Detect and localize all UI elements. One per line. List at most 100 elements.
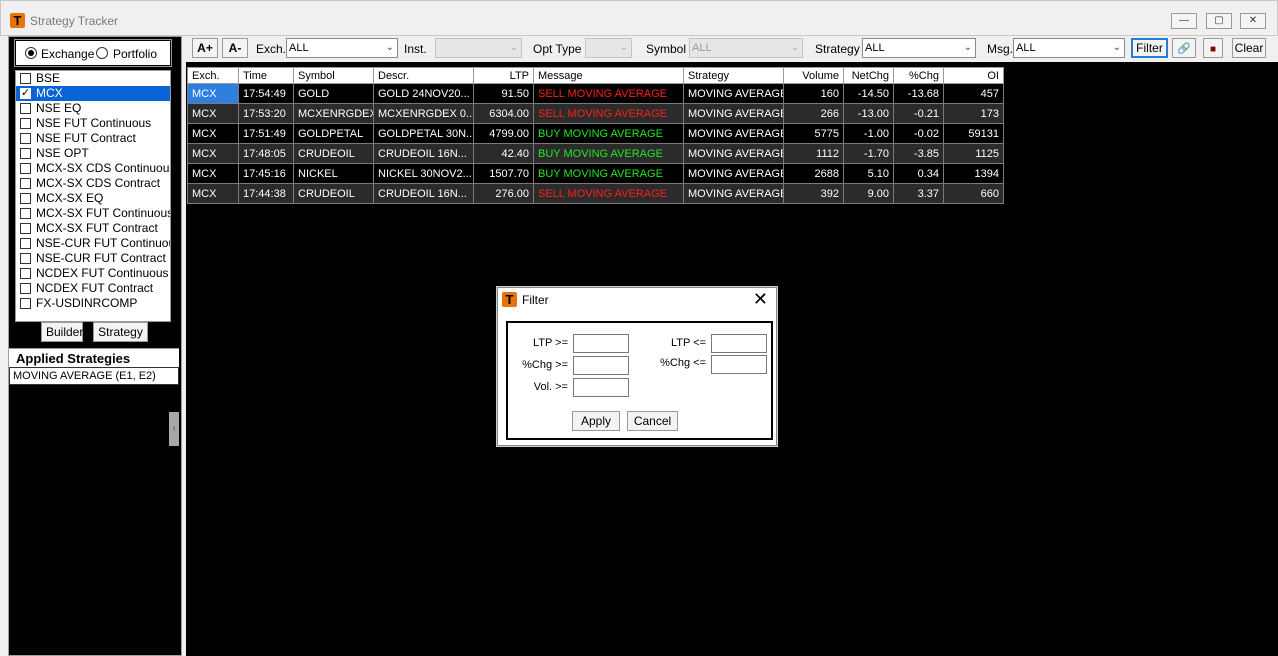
cell-pchg: -13.68 xyxy=(893,83,944,104)
link-button[interactable]: 🔗 xyxy=(1172,38,1196,58)
exchange-item[interactable]: NSE EQ xyxy=(16,101,170,116)
ltp-max-input[interactable] xyxy=(711,334,767,353)
exchange-checkbox[interactable] xyxy=(20,148,31,159)
table-row[interactable]: MCX 17:53:20 MCXENRGDEX MCXENRGDEX 0... 6304… xyxy=(187,103,1004,124)
column-header[interactable]: NetChg xyxy=(843,67,894,84)
exchange-checkbox[interactable] xyxy=(20,208,31,219)
cell-netchg: -13.00 xyxy=(843,103,894,124)
exchange-checkbox[interactable] xyxy=(20,103,31,114)
close-button[interactable]: ✕ xyxy=(1240,13,1266,29)
table-row[interactable]: MCX 17:51:49 GOLDPETAL GOLDPETAL 30N... 4799… xyxy=(187,123,1004,144)
column-header[interactable]: %Chg xyxy=(893,67,944,84)
exch-dropdown[interactable]: ALL ⌄ xyxy=(286,38,398,58)
cell-symbol: CRUDEOIL xyxy=(293,183,374,204)
collapse-panel-handle[interactable]: ‹ xyxy=(169,412,179,446)
exchange-item[interactable]: MCX-SX CDS Continuous xyxy=(16,161,170,176)
exchange-item[interactable]: MCX-SX FUT Continuous xyxy=(16,206,170,221)
font-increase-button[interactable]: A+ xyxy=(192,38,218,58)
exchange-item[interactable]: MCX-SX CDS Contract xyxy=(16,176,170,191)
exchange-item[interactable]: NSE FUT Contract xyxy=(16,131,170,146)
exchange-checkbox[interactable]: ✓ xyxy=(20,87,31,99)
exchange-checkbox[interactable] xyxy=(20,268,31,279)
column-header[interactable]: Volume xyxy=(783,67,844,84)
dialog-body: LTP >= LTP <= %Chg >= %Chg <= Vol. >= Ap… xyxy=(506,321,773,440)
exchange-checkbox[interactable] xyxy=(20,133,31,144)
exchange-item[interactable]: NCDEX FUT Continuous xyxy=(16,266,170,281)
exchange-checkbox[interactable] xyxy=(20,238,31,249)
column-header[interactable]: Descr. xyxy=(373,67,474,84)
cell-symbol: MCXENRGDEX xyxy=(293,103,374,124)
builder-button[interactable]: Builder xyxy=(41,322,83,342)
cell-message: BUY MOVING AVERAGE xyxy=(533,143,684,164)
maximize-button[interactable]: ▢ xyxy=(1206,13,1232,29)
portfolio-radio[interactable] xyxy=(96,47,108,59)
stop-button[interactable]: ■ xyxy=(1203,38,1223,58)
inst-dropdown[interactable]: ⌄ xyxy=(435,38,522,58)
exchange-item[interactable]: NSE FUT Continuous xyxy=(16,116,170,131)
filter-button[interactable]: Filter xyxy=(1131,38,1168,58)
exchange-item[interactable]: FX-USDINRCOMP xyxy=(16,296,170,311)
cell-pchg: -3.85 xyxy=(893,143,944,164)
msg-dropdown[interactable]: ALL ⌄ xyxy=(1013,38,1125,58)
exchange-item[interactable]: MCX-SX EQ xyxy=(16,191,170,206)
exchange-checkbox[interactable] xyxy=(20,283,31,294)
exchange-item[interactable]: NSE OPT xyxy=(16,146,170,161)
title-bar: T Strategy Tracker — ▢ ✕ xyxy=(0,0,1278,36)
exch-value: ALL xyxy=(289,42,309,54)
cell-pchg: 3.37 xyxy=(893,183,944,204)
opt-type-dropdown[interactable]: ⌄ xyxy=(585,38,632,58)
table-row[interactable]: MCX 17:48:05 CRUDEOIL CRUDEOIL 16N... 42.40 B… xyxy=(187,143,1004,164)
exchange-checkbox[interactable] xyxy=(20,178,31,189)
apply-button[interactable]: Apply xyxy=(572,411,620,431)
minimize-button[interactable]: — xyxy=(1171,13,1197,29)
exchange-checkbox[interactable] xyxy=(20,223,31,234)
dialog-form: LTP >= LTP <= %Chg >= %Chg <= Vol. >= Ap… xyxy=(508,323,771,438)
column-header[interactable]: Exch. xyxy=(187,67,239,84)
exchange-checkbox[interactable] xyxy=(20,298,31,309)
table-row[interactable]: MCX 17:45:16 NICKEL NICKEL 30NOV2... 1507.70… xyxy=(187,163,1004,184)
table-row[interactable]: MCX 17:54:49 GOLD GOLD 24NOV20... 91.50 SELL … xyxy=(187,83,1004,104)
cell-message: BUY MOVING AVERAGE xyxy=(533,163,684,184)
cell-descr: MCXENRGDEX 0... xyxy=(373,103,474,124)
inst-label: Inst. xyxy=(404,42,427,56)
symbol-dropdown[interactable]: ALL ⌄ xyxy=(689,38,803,58)
column-header[interactable]: Strategy xyxy=(683,67,784,84)
clear-button[interactable]: Clear xyxy=(1232,38,1266,58)
portfolio-radio-label: Portfolio xyxy=(113,47,158,61)
column-header[interactable]: Time xyxy=(238,67,294,84)
font-decrease-button[interactable]: A- xyxy=(222,38,248,58)
cell-ltp: 42.40 xyxy=(473,143,534,164)
vol-min-input[interactable] xyxy=(573,378,629,397)
exchange-checkbox[interactable] xyxy=(20,73,31,84)
column-header[interactable]: Message xyxy=(533,67,684,84)
exchange-item[interactable]: MCX-SX FUT Contract xyxy=(16,221,170,236)
column-header[interactable]: LTP xyxy=(473,67,534,84)
dialog-title: Filter xyxy=(522,293,549,307)
table-row[interactable]: MCX 17:44:38 CRUDEOIL CRUDEOIL 16N... 276.00… xyxy=(187,183,1004,204)
chg-max-input[interactable] xyxy=(711,355,767,374)
dialog-close-button[interactable]: ✕ xyxy=(753,289,768,309)
chg-min-input[interactable] xyxy=(573,356,629,375)
applied-strategy-item[interactable]: MOVING AVERAGE (E1, E2) xyxy=(9,367,179,385)
exchange-checkbox[interactable] xyxy=(20,193,31,204)
exchange-radio[interactable] xyxy=(25,47,37,59)
column-header[interactable]: OI xyxy=(943,67,1004,84)
exchange-item[interactable]: NSE-CUR FUT Continuous xyxy=(16,236,170,251)
exchange-item[interactable]: NSE-CUR FUT Contract xyxy=(16,251,170,266)
exchange-checkbox[interactable] xyxy=(20,118,31,129)
strategy-label: Strategy xyxy=(815,42,860,56)
cell-strategy: MOVING AVERAGE xyxy=(683,163,784,184)
exchange-checkbox[interactable] xyxy=(20,253,31,264)
column-header[interactable]: Symbol xyxy=(293,67,374,84)
strategy-dropdown[interactable]: ALL ⌄ xyxy=(862,38,976,58)
exchange-item[interactable]: ✓ MCX xyxy=(16,86,170,101)
grid-header-row: Exch. Time Symbol Descr. LTP Message Strategy V… xyxy=(187,67,1004,84)
exchange-label: FX-USDINRCOMP xyxy=(36,296,138,310)
exchange-item[interactable]: NCDEX FUT Contract xyxy=(16,281,170,296)
exchange-item[interactable]: BSE xyxy=(16,71,170,86)
cancel-button[interactable]: Cancel xyxy=(627,411,678,431)
strategy-button[interactable]: Strategy xyxy=(93,322,148,342)
exchange-label: NSE-CUR FUT Contract xyxy=(36,251,166,265)
ltp-min-input[interactable] xyxy=(573,334,629,353)
exchange-checkbox[interactable] xyxy=(20,163,31,174)
